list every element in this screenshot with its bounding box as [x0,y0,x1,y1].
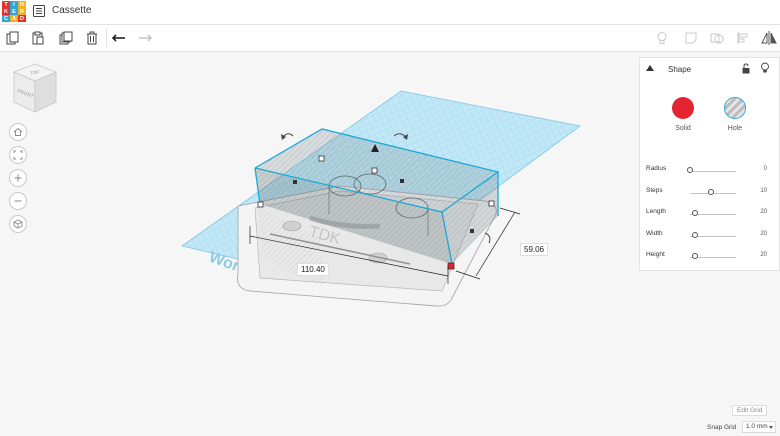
fit-view-button[interactable] [9,146,27,164]
zoom-in-button[interactable] [9,169,27,187]
snap-grid-value: 1.0 mm [746,423,768,430]
redo-icon[interactable] [136,29,154,47]
resize-handle [257,201,264,208]
delete-icon[interactable] [83,29,101,47]
resize-handle [400,179,404,183]
param-slider-track[interactable] [690,171,736,172]
align-icon[interactable] [734,29,752,47]
note-icon[interactable] [682,29,700,47]
orbit-icon [13,219,23,229]
duplicate-icon[interactable] [57,29,75,47]
inspector-header: Shape [640,58,779,80]
param-slider-knob[interactable] [691,231,698,238]
param-row-radius: Radius 0 [640,164,779,178]
solid-label: Solid [675,125,691,132]
param-row-height: Height 20 [640,250,779,264]
width-dimension-label[interactable]: 110.40 [297,263,329,276]
param-value[interactable]: 20 [760,209,767,215]
resize-handle [293,180,297,184]
logo-letter: I [10,1,18,8]
collapse-icon[interactable] [646,65,654,71]
shape-inspector: Shape Solid Hole Radius 0 Steps 10 Length 20 W… [639,57,780,271]
param-value[interactable]: 0 [764,166,767,172]
group-icon[interactable] [708,29,726,47]
resize-handle [470,229,474,233]
visibility-bulb-icon[interactable] [760,62,770,74]
home-view-button[interactable] [9,123,27,141]
logo-letter: A [10,15,18,22]
zoom-in-icon [14,174,22,182]
param-label: Length [646,208,666,215]
resize-handle [447,262,455,270]
design-menu-icon[interactable] [33,5,45,17]
depth-dimension-label[interactable]: 59.06 [520,243,549,256]
param-slider-knob[interactable] [707,188,714,195]
view-cube[interactable]: TOP FRONT [10,62,60,114]
logo-letter: D [18,15,26,22]
resize-handle [318,155,325,162]
param-row-width: Width 20 [640,229,779,243]
lock-icon[interactable] [741,63,751,74]
snap-grid-label: Snap Grid [707,424,737,431]
logo-letter: R [18,8,26,15]
zoom-out-icon [14,200,22,202]
zoom-out-button[interactable] [9,192,27,210]
home-icon [13,127,23,136]
logo-letter: E [10,8,18,15]
logo-letter: T [2,1,10,8]
param-row-length: Length 20 [640,207,779,221]
copy-icon[interactable] [4,29,22,47]
snap-grid-select[interactable]: 1.0 mm [742,421,776,433]
solid-swatch[interactable] [672,97,694,119]
param-slider-knob[interactable] [691,253,698,259]
resize-handle [371,167,378,174]
param-label: Steps [646,186,663,194]
orbit-view-button[interactable] [9,215,27,233]
logo-letter: K [2,8,10,15]
top-bar: TIN KER CAD Cassette [0,0,780,25]
param-label: Width [646,229,663,237]
param-value[interactable]: 10 [760,188,767,194]
logo-letter: C [2,15,10,22]
workplane-scene[interactable]: Workplane TDK [180,86,590,316]
bulb-icon[interactable] [653,29,671,47]
param-slider-knob[interactable] [687,167,693,173]
hole-label: Hole [727,125,743,132]
inspector-title: Shape [668,65,692,74]
design-title[interactable]: Cassette [52,5,91,16]
param-value[interactable]: 20 [760,231,767,237]
fit-icon [13,150,23,160]
param-value[interactable]: 20 [760,252,767,258]
edit-grid-button[interactable]: Edit Grid [732,405,768,416]
param-label: Radius [646,165,667,172]
logo-letter: N [18,1,26,8]
paste-icon[interactable] [29,29,47,47]
resize-handle [488,200,495,207]
param-slider-knob[interactable] [691,210,698,216]
tinkercad-logo[interactable]: TIN KER CAD [2,1,26,23]
edit-toolbar [0,25,780,52]
hole-swatch[interactable] [724,97,746,119]
chevron-down-icon [769,426,773,429]
param-label: Height [646,251,665,258]
undo-icon[interactable] [110,29,128,47]
mirror-icon[interactable] [760,29,778,47]
param-row-steps: Steps 10 [640,186,779,200]
